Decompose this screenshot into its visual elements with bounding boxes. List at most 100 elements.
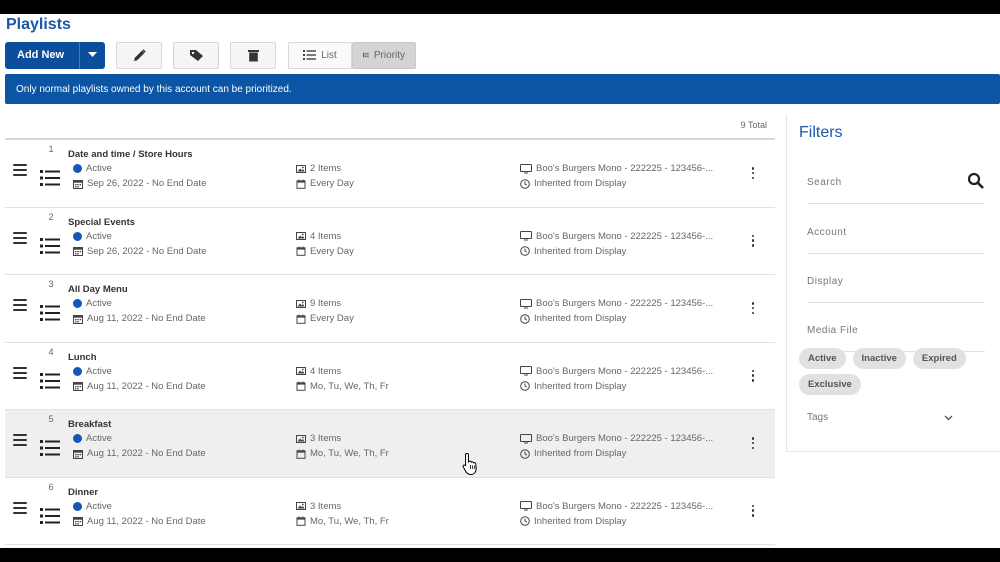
display-text: Boo's Burgers Mono - 222225 - 123456-... [536, 433, 714, 444]
media-file-field[interactable]: Media File [807, 314, 985, 352]
drag-handle-icon[interactable] [13, 434, 27, 446]
monitor-icon [520, 433, 532, 443]
calendar-icon [73, 517, 83, 526]
total-count: 9 Total [5, 112, 775, 140]
list-view-button[interactable]: List [288, 41, 352, 69]
playlist-name[interactable]: Date and time / Store Hours [68, 149, 193, 160]
date-range: Sep 26, 2022 - No End Date [73, 178, 206, 189]
item-count: 9 Items [296, 298, 341, 309]
inherited-text: Inherited from Display [534, 380, 627, 392]
table-row[interactable]: 3 All Day Menu Active Aug 11, 2022 - No End… [5, 275, 775, 343]
table-row[interactable]: 6 Dinner Active Aug 11, 2022 - No End Date 3… [5, 477, 775, 545]
display-text: Boo's Burgers Mono - 222225 - 123456-... [536, 298, 714, 309]
playlist-name[interactable]: All Day Menu [68, 284, 128, 295]
tags-label: Tags [807, 412, 829, 423]
drag-handle-icon[interactable] [13, 501, 27, 514]
row-priority-number: 3 [48, 279, 54, 289]
calendar-icon [73, 179, 83, 189]
list-view-label: List [321, 49, 337, 61]
row-priority-number: 5 [48, 414, 54, 424]
app-window: Playlists Add New List Priority Only nor… [0, 14, 1000, 548]
image-icon [296, 299, 306, 308]
image-icon [296, 232, 306, 240]
monitor-icon [520, 366, 532, 376]
edit-button[interactable] [116, 41, 162, 69]
playlist-name[interactable]: Lunch [68, 352, 97, 363]
monitor-icon [520, 298, 532, 308]
priority-icon [40, 440, 60, 456]
search-icon[interactable] [967, 172, 985, 190]
drag-handle-icon[interactable] [13, 231, 27, 244]
monitor-icon [520, 501, 532, 511]
date-text: Aug 11, 2022 - No End Date [87, 448, 206, 459]
drag-handle-icon[interactable] [13, 366, 27, 379]
priority-view-button[interactable]: Priority [352, 41, 416, 69]
tags-dropdown[interactable]: Tags [807, 412, 953, 423]
display: Boo's Burgers Mono - 222225 - 123456-... [520, 366, 713, 377]
date-text: Sep 26, 2022 - No End Date [87, 245, 207, 257]
more-options-icon[interactable] [751, 302, 755, 314]
chip-exclusive[interactable]: Exclusive [799, 374, 861, 395]
tag-button[interactable] [173, 41, 219, 69]
hand-cursor-icon [462, 452, 477, 476]
status: Active [73, 501, 112, 512]
more-options-icon[interactable] [751, 167, 755, 179]
more-options-icon[interactable] [751, 234, 755, 247]
schedule: Every Day [296, 246, 354, 257]
table-row[interactable]: 1 Date and time / Store Hours Active Sep 26… [5, 140, 775, 208]
items-text: 2 Items [310, 163, 342, 174]
playlist-name[interactable]: Breakfast [68, 419, 111, 430]
date-text: Aug 11, 2022 - No End Date [87, 313, 206, 324]
pencil-icon [133, 48, 146, 61]
search-input[interactable]: Search [807, 166, 985, 204]
items-text: 4 Items [310, 365, 342, 377]
calendar-icon [296, 381, 306, 391]
items-text: 4 Items [310, 230, 342, 242]
playlist-name[interactable]: Dinner [68, 487, 98, 498]
status: Active [73, 163, 112, 174]
table-row[interactable]: 4 Lunch Active Aug 11, 2022 - No End Date 4 … [5, 342, 775, 410]
inherited: Inherited from Display [520, 516, 626, 527]
inherited: Inherited from Display [520, 313, 626, 324]
status-text: Active [86, 433, 112, 444]
image-icon [296, 367, 306, 375]
account-field[interactable]: Account [807, 216, 985, 254]
clock-icon [520, 246, 530, 256]
drag-handle-icon[interactable] [13, 299, 27, 311]
more-options-icon[interactable] [751, 369, 755, 382]
table-row[interactable]: 5 Breakfast Active Aug 11, 2022 - No End Da… [5, 410, 775, 478]
delete-button[interactable] [230, 41, 276, 69]
status: Active [73, 366, 112, 377]
date-text: Sep 26, 2022 - No End Date [87, 178, 207, 189]
date-range: Aug 11, 2022 - No End Date [73, 516, 206, 527]
chip-inactive[interactable]: Inactive [852, 348, 906, 369]
priority-icon [40, 305, 60, 321]
playlist-name[interactable]: Special Events [68, 217, 135, 228]
list-icon [303, 50, 317, 60]
display: Boo's Burgers Mono - 222225 - 123456-... [520, 433, 713, 444]
drag-handle-icon[interactable] [13, 164, 27, 176]
more-options-icon[interactable] [751, 437, 755, 449]
add-new-label: Add New [17, 49, 65, 61]
playlist-list: 9 Total 1 Date and time / Store Hours Acti… [5, 112, 775, 545]
item-count: 2 Items [296, 163, 341, 174]
display-field[interactable]: Display [807, 265, 985, 303]
items-text: 3 Items [310, 433, 342, 444]
status-text: Active [86, 230, 112, 242]
add-new-button[interactable]: Add New [5, 41, 105, 69]
display-text: Boo's Burgers Mono - 222225 - 123456-... [536, 500, 714, 512]
monitor-icon [520, 231, 532, 241]
schedule-text: Mo, Tu, We, Th, Fr [310, 380, 389, 392]
clock-icon [520, 448, 530, 459]
schedule: Every Day [296, 313, 354, 324]
schedule: Mo, Tu, We, Th, Fr [296, 381, 389, 392]
priority-icon [40, 372, 60, 389]
inherited: Inherited from Display [520, 381, 626, 392]
table-row[interactable]: 2 Special Events Active Sep 26, 2022 - No E… [5, 207, 775, 275]
add-new-dropdown-toggle[interactable] [79, 41, 105, 69]
chip-active[interactable]: Active [799, 348, 846, 369]
search-label: Search [807, 177, 842, 188]
display-text: Boo's Burgers Mono - 222225 - 123456-... [536, 230, 714, 242]
more-options-icon[interactable] [751, 504, 755, 517]
chip-expired[interactable]: Expired [912, 348, 966, 369]
